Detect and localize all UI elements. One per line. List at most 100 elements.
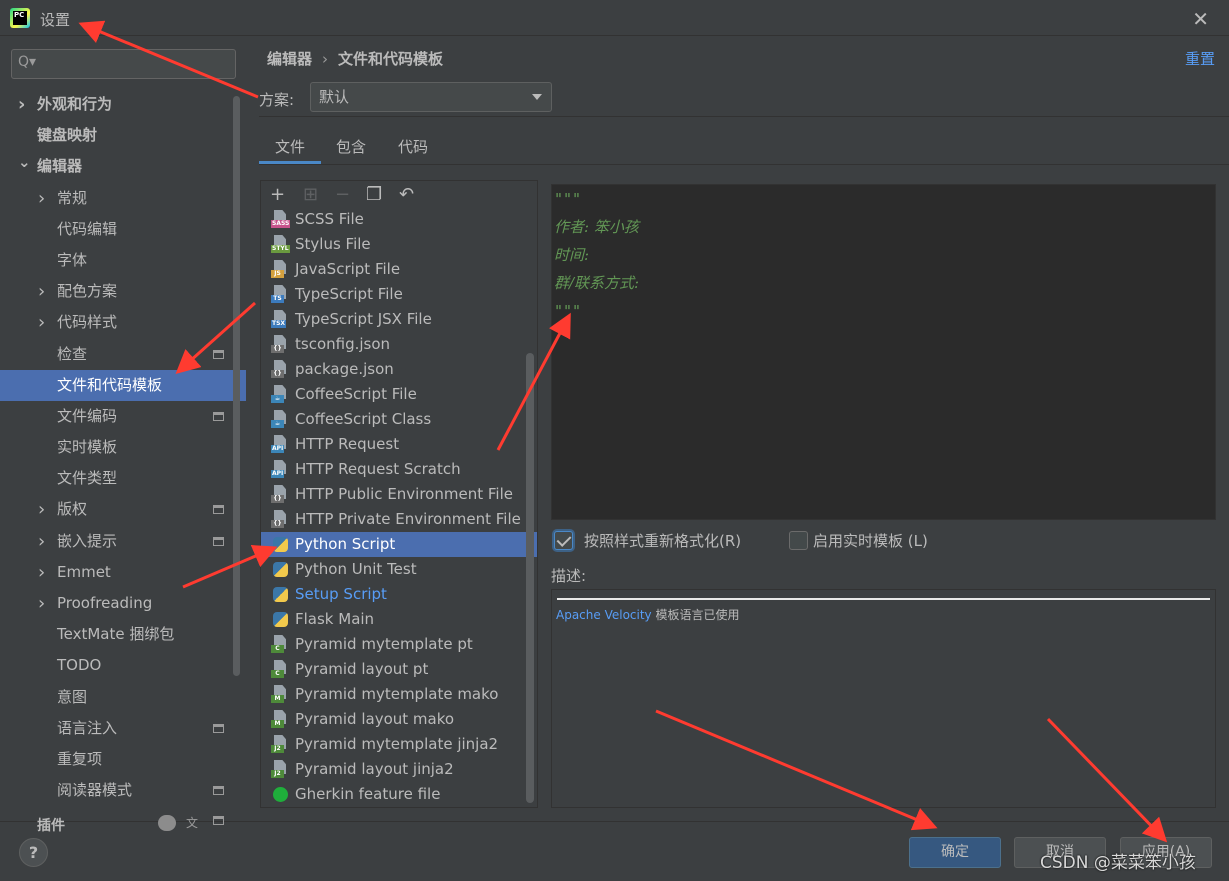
template-list-item[interactable]: Flask Main	[261, 607, 537, 632]
chevron-right-icon[interactable]: ›	[38, 494, 45, 525]
jinja-file-icon: J2	[271, 735, 289, 754]
tree-item[interactable]: TODO	[0, 650, 246, 681]
tree-item-label: 重复项	[57, 749, 103, 768]
tree-item[interactable]: › Proofreading	[0, 588, 246, 619]
tree-item[interactable]: › Emmet	[0, 557, 246, 588]
chevron-right-icon[interactable]: ›	[38, 183, 45, 214]
chevron-right-icon[interactable]: ›	[18, 89, 25, 120]
tab-includes[interactable]: 包含	[331, 130, 371, 164]
tree-item[interactable]: 字体	[0, 245, 246, 276]
tree-item-label: 代码样式	[57, 313, 118, 332]
template-list-item[interactable]: C Pyramid layout pt	[261, 657, 537, 682]
reset-link[interactable]: 重置	[1185, 48, 1215, 69]
add-icon[interactable]: +	[270, 184, 285, 205]
template-list-item[interactable]: J2 Pyramid mytemplate jinja2	[261, 732, 537, 757]
template-list-item[interactable]: API HTTP Request	[261, 432, 537, 457]
tree-item[interactable]: 检查	[0, 339, 246, 370]
chevron-right-icon[interactable]: ›	[38, 588, 45, 619]
template-list-item[interactable]: M Pyramid mytemplate mako	[261, 682, 537, 707]
search-input[interactable]	[42, 54, 227, 74]
template-name: Pyramid layout mako	[295, 710, 455, 728]
apache-velocity-link[interactable]: Apache Velocity	[556, 608, 652, 622]
tree-item[interactable]: 代码编辑	[0, 214, 246, 245]
template-list-item[interactable]: TSX TypeScript JSX File	[261, 307, 537, 332]
description-text: Apache Velocity 模板语言已使用	[556, 606, 739, 623]
tab-files[interactable]: 文件	[259, 130, 321, 164]
remove-icon[interactable]: −	[335, 184, 350, 205]
tree-item[interactable]: › 外观和行为	[0, 89, 246, 120]
tree-item-label: 字体	[57, 250, 88, 269]
tree-item[interactable]: 文件和代码模板	[0, 369, 246, 401]
template-list-item[interactable]: Setup Script	[261, 582, 537, 607]
project-scope-icon	[213, 786, 224, 796]
breadcrumb-editor[interactable]: 编辑器	[267, 50, 312, 68]
tree-item-label: 常规	[57, 188, 88, 207]
template-list-item[interactable]: {} tsconfig.json	[261, 332, 537, 357]
tree-item[interactable]: 文件编码	[0, 401, 246, 432]
live-template-option[interactable]: 启用实时模板 (L)	[789, 530, 949, 552]
tree-item[interactable]: 重复项	[0, 744, 246, 775]
live-template-checkbox[interactable]	[789, 531, 808, 550]
settings-search[interactable]: Q▾	[11, 49, 236, 79]
divider	[259, 116, 1229, 117]
template-list-item[interactable]: STYL Stylus File	[261, 232, 537, 257]
tree-item-label: 意图	[57, 687, 88, 706]
chevron-down-icon[interactable]: ⌄	[18, 147, 31, 178]
template-list-item[interactable]: Python Unit Test	[261, 557, 537, 582]
tree-item[interactable]: TextMate 捆绑包	[0, 619, 246, 650]
tree-item-plugins-partial[interactable]: 插件	[37, 815, 65, 835]
tree-item-label: 文件和代码模板	[57, 375, 163, 394]
reformat-option[interactable]: 按照样式重新格式化(R)	[554, 530, 754, 552]
tree-item[interactable]: 阅读器模式	[0, 775, 246, 806]
tree-item[interactable]: 文件类型	[0, 463, 246, 494]
template-list-scrollbar[interactable]	[526, 353, 534, 803]
template-list-item[interactable]: SASS SCSS File	[261, 207, 537, 232]
tree-item[interactable]: › 代码样式	[0, 307, 246, 338]
template-list-item[interactable]: {} HTTP Private Environment File	[261, 507, 537, 532]
chevron-right-icon[interactable]: ›	[38, 307, 45, 338]
add-child-icon[interactable]: ⊞	[303, 184, 318, 205]
template-editor[interactable]: """ 作者: 笨小孩 时间: 群/联系方式: """	[551, 184, 1216, 520]
template-list-item[interactable]: JS JavaScript File	[261, 257, 537, 282]
copy-icon[interactable]: ❐	[366, 184, 382, 205]
sidebar-scrollbar[interactable]	[233, 96, 240, 676]
template-list-item[interactable]: API HTTP Request Scratch	[261, 457, 537, 482]
template-list-item[interactable]: {} HTTP Public Environment File	[261, 482, 537, 507]
template-name: Pyramid layout jinja2	[295, 760, 454, 778]
tree-item[interactable]: 意图	[0, 682, 246, 713]
template-list-item[interactable]: ☕ CoffeeScript Class	[261, 407, 537, 432]
search-icon: Q▾	[18, 54, 37, 70]
tree-item[interactable]: 实时模板	[0, 432, 246, 463]
tree-item-label: 外观和行为	[37, 95, 113, 113]
tree-item[interactable]: ⌄ 编辑器	[0, 151, 246, 182]
template-list-item[interactable]: TS TypeScript File	[261, 282, 537, 307]
template-list-item[interactable]: Gherkin feature file	[261, 782, 537, 807]
template-list-item[interactable]: C Pyramid mytemplate pt	[261, 632, 537, 657]
tree-item[interactable]: › 配色方案	[0, 276, 246, 307]
chevron-right-icon[interactable]: ›	[38, 526, 45, 557]
help-button[interactable]: ?	[19, 838, 48, 867]
tree-item[interactable]: › 版权	[0, 494, 246, 525]
tree-item[interactable]: 键盘映射	[0, 120, 246, 151]
template-list-item[interactable]: {} package.json	[261, 357, 537, 382]
tree-item[interactable]: 语言注入	[0, 713, 246, 744]
reformat-checkbox[interactable]	[554, 531, 573, 550]
template-name: Setup Script	[295, 585, 387, 603]
tree-item[interactable]: › 嵌入提示	[0, 526, 246, 557]
tree-item[interactable]: › 常规	[0, 183, 246, 214]
template-name: Stylus File	[295, 235, 371, 253]
tab-code[interactable]: 代码	[393, 130, 433, 164]
tree-item-label: 文件类型	[57, 469, 118, 488]
revert-icon[interactable]: ↶	[399, 184, 414, 205]
close-icon[interactable]: ✕	[1192, 7, 1209, 31]
template-name: TypeScript JSX File	[295, 310, 432, 328]
scheme-dropdown[interactable]: 默认	[310, 82, 552, 112]
template-list-item[interactable]: Python Script	[261, 532, 537, 557]
template-list-item[interactable]: ☕ CoffeeScript File	[261, 382, 537, 407]
template-list-item[interactable]: J2 Pyramid layout jinja2	[261, 757, 537, 782]
ok-button[interactable]: 确定	[909, 837, 1001, 868]
chevron-right-icon[interactable]: ›	[38, 557, 45, 588]
template-list-item[interactable]: M Pyramid layout mako	[261, 707, 537, 732]
python-file-icon	[271, 585, 289, 604]
chevron-right-icon[interactable]: ›	[38, 276, 45, 307]
